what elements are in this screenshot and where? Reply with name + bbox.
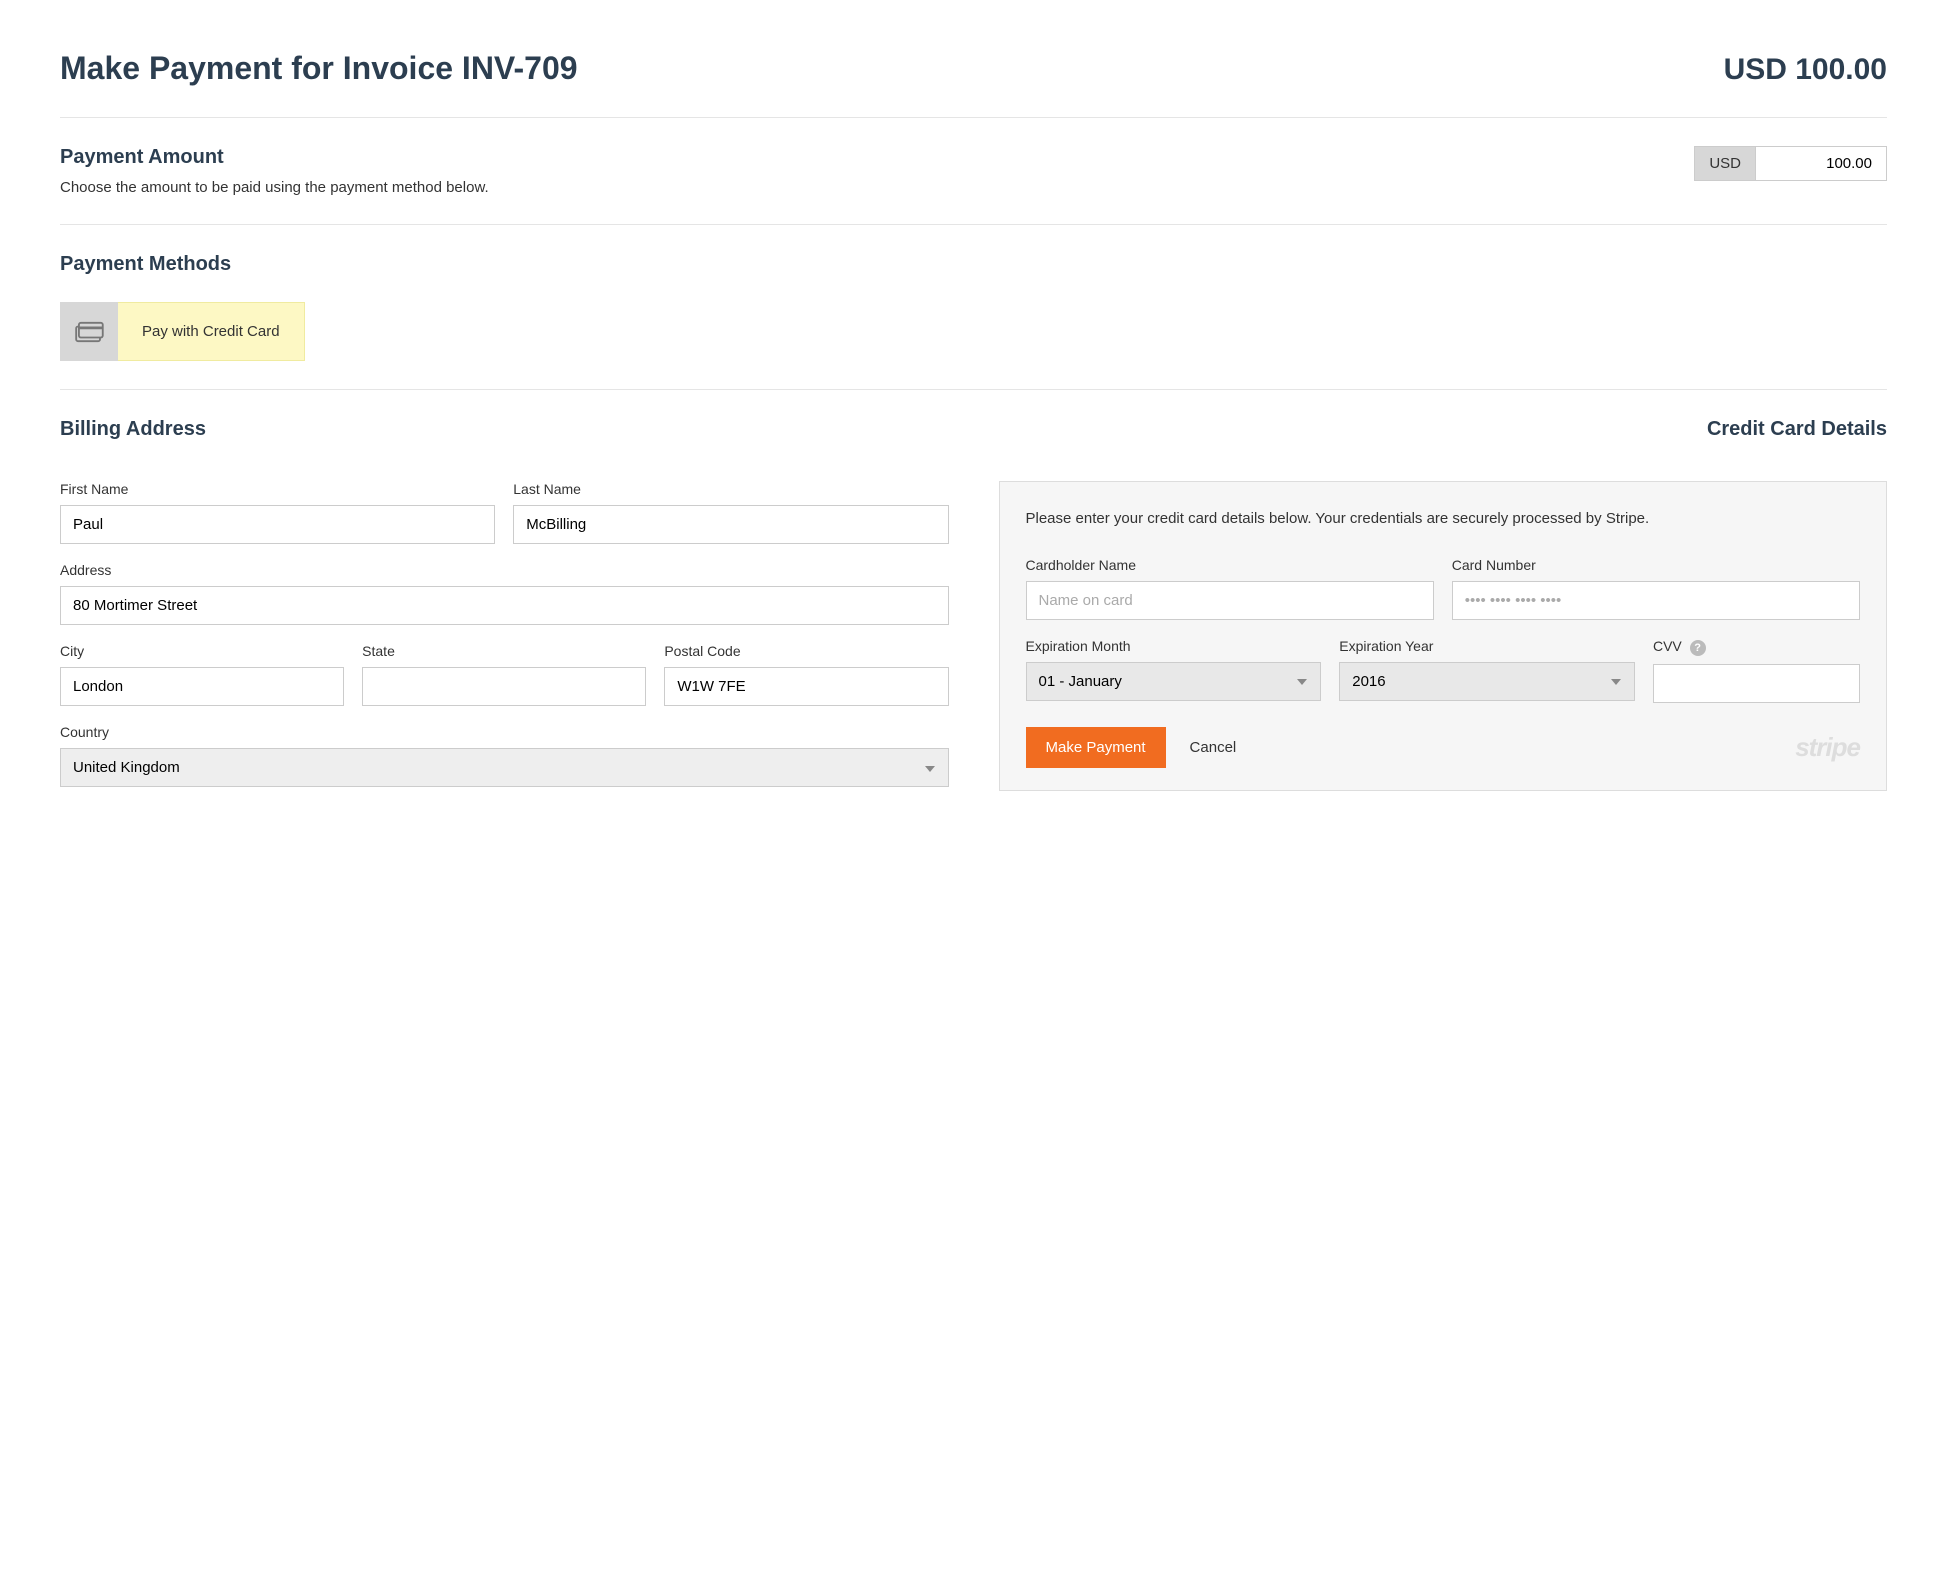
- cvv-label: CVV ?: [1653, 638, 1860, 656]
- card-title: Credit Card Details: [1707, 418, 1887, 441]
- details-section: Billing Address Credit Card Details Firs…: [60, 390, 1887, 833]
- last-name-input[interactable]: [513, 505, 948, 544]
- credit-card-icon: [60, 302, 118, 361]
- cardholder-name-label: Cardholder Name: [1026, 557, 1434, 573]
- state-input[interactable]: [362, 667, 646, 706]
- payment-amount-desc: Choose the amount to be paid using the p…: [60, 179, 489, 196]
- state-label: State: [362, 643, 646, 659]
- first-name-label: First Name: [60, 481, 495, 497]
- card-intro: Please enter your credit card details be…: [1026, 508, 1861, 531]
- billing-title: Billing Address: [60, 418, 206, 441]
- cancel-button[interactable]: Cancel: [1190, 739, 1237, 756]
- method-label: Pay with Credit Card: [118, 302, 305, 361]
- country-label: Country: [60, 724, 949, 740]
- currency-prefix: USD: [1695, 147, 1756, 180]
- amount-input[interactable]: [1756, 147, 1886, 180]
- postal-input[interactable]: [664, 667, 948, 706]
- exp-year-label: Expiration Year: [1339, 638, 1635, 654]
- exp-month-select[interactable]: 01 - January: [1026, 662, 1322, 701]
- amount-input-group: USD: [1694, 146, 1887, 181]
- exp-year-select[interactable]: 2016: [1339, 662, 1635, 701]
- payment-methods-section: Payment Methods Pay with Credit Card: [60, 225, 1887, 390]
- city-input[interactable]: [60, 667, 344, 706]
- card-number-label: Card Number: [1452, 557, 1860, 573]
- last-name-label: Last Name: [513, 481, 948, 497]
- first-name-input[interactable]: [60, 505, 495, 544]
- address-label: Address: [60, 562, 949, 578]
- exp-month-label: Expiration Month: [1026, 638, 1322, 654]
- help-icon[interactable]: ?: [1690, 640, 1706, 656]
- payment-methods-title: Payment Methods: [60, 253, 1887, 276]
- payment-amount-title: Payment Amount: [60, 146, 489, 169]
- city-label: City: [60, 643, 344, 659]
- stripe-logo: stripe: [1795, 732, 1860, 763]
- cvv-input[interactable]: [1653, 664, 1860, 703]
- invoice-total: USD 100.00: [1724, 53, 1887, 87]
- payment-amount-section: Payment Amount Choose the amount to be p…: [60, 118, 1887, 225]
- card-form: Please enter your credit card details be…: [999, 481, 1888, 805]
- country-select[interactable]: United Kingdom: [60, 748, 949, 787]
- postal-label: Postal Code: [664, 643, 948, 659]
- card-number-input[interactable]: [1452, 581, 1860, 620]
- method-credit-card[interactable]: Pay with Credit Card: [60, 302, 305, 361]
- billing-form: First Name Last Name Address City: [60, 481, 949, 805]
- make-payment-button[interactable]: Make Payment: [1026, 727, 1166, 768]
- address-input[interactable]: [60, 586, 949, 625]
- page-header: Make Payment for Invoice INV-709 USD 100…: [60, 50, 1887, 118]
- cardholder-name-input[interactable]: [1026, 581, 1434, 620]
- page-title: Make Payment for Invoice INV-709: [60, 50, 578, 87]
